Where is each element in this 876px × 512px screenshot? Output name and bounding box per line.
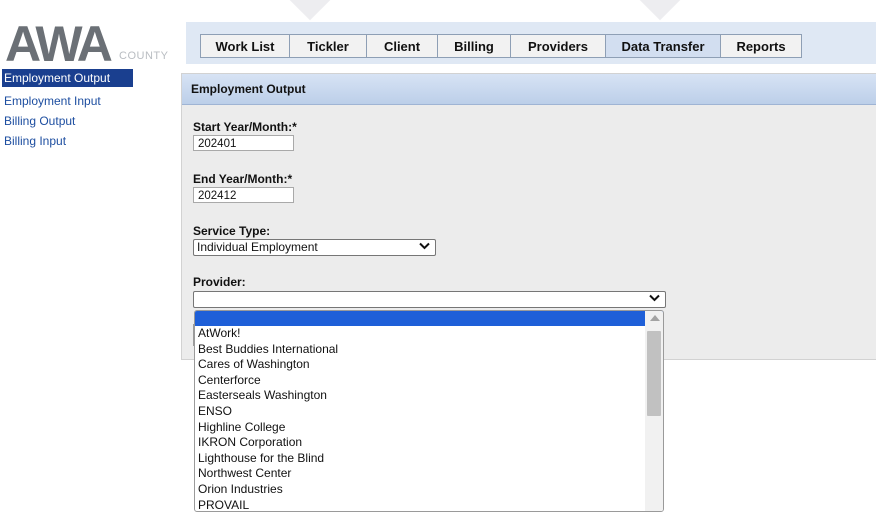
tab-list: Work List Tickler Client Billing Provide… [200, 34, 802, 58]
tab-client[interactable]: Client [366, 34, 437, 58]
tab-work-list[interactable]: Work List [200, 34, 289, 58]
chevron-down-icon [649, 292, 660, 307]
dropdown-option[interactable]: Lighthouse for the Blind [195, 451, 663, 467]
dropdown-option[interactable]: Cares of Washington [195, 357, 663, 373]
top-band [0, 0, 876, 8]
dropdown-option[interactable]: ENSO [195, 404, 663, 420]
sidebar: Employment Output Employment Input Billi… [0, 69, 170, 151]
dropdown-option[interactable]: Best Buddies International [195, 342, 663, 358]
dropdown-option[interactable]: Centerforce [195, 373, 663, 389]
sidebar-item-billing-output[interactable]: Billing Output [0, 111, 170, 131]
tab-billing[interactable]: Billing [437, 34, 510, 58]
provider-select[interactable] [193, 291, 666, 308]
tab-bar: Work List Tickler Client Billing Provide… [186, 22, 876, 64]
scroll-up-arrow-icon[interactable] [650, 315, 660, 321]
tab-providers[interactable]: Providers [510, 34, 605, 58]
sidebar-item-employment-input[interactable]: Employment Input [0, 91, 170, 111]
dropdown-option[interactable]: Easterseals Washington [195, 388, 663, 404]
dropdown-option[interactable]: Orion Industries [195, 482, 663, 498]
logo-main-text: AWA [5, 16, 113, 72]
county-logo: AWA COUNTY [5, 19, 175, 69]
provider-label: Provider: [193, 275, 246, 289]
end-year-month-label: End Year/Month:* [193, 172, 293, 186]
sidebar-item-employment-output[interactable]: Employment Output [2, 69, 133, 87]
panel-title: Employment Output [182, 74, 876, 105]
dropdown-option[interactable]: AtWork! [195, 326, 663, 342]
logo-sub-text: COUNTY [119, 50, 169, 62]
tab-reports[interactable]: Reports [720, 34, 802, 58]
service-type-label: Service Type: [193, 224, 271, 238]
start-year-month-label: Start Year/Month:* [193, 120, 297, 134]
provider-dropdown-list[interactable]: AtWork! Best Buddies International Cares… [194, 310, 664, 512]
service-type-select[interactable]: Individual Employment [193, 239, 436, 256]
dropdown-highlighted-option[interactable] [195, 311, 663, 326]
sidebar-item-billing-input[interactable]: Billing Input [0, 131, 170, 151]
scrollbar-thumb[interactable] [647, 331, 661, 416]
start-year-month-input[interactable]: 202401 [193, 135, 294, 151]
dropdown-option[interactable]: Highline College [195, 420, 663, 436]
end-year-month-input[interactable]: 202412 [193, 187, 294, 203]
service-type-value: Individual Employment [197, 240, 318, 254]
dropdown-option[interactable]: PROVAIL [195, 498, 663, 511]
dropdown-option[interactable]: Northwest Center [195, 466, 663, 482]
chevron-down-icon [419, 240, 430, 255]
dropdown-scrollbar[interactable] [645, 311, 663, 511]
tab-data-transfer[interactable]: Data Transfer [605, 34, 720, 58]
dropdown-option[interactable]: IKRON Corporation [195, 435, 663, 451]
tab-tickler[interactable]: Tickler [289, 34, 366, 58]
